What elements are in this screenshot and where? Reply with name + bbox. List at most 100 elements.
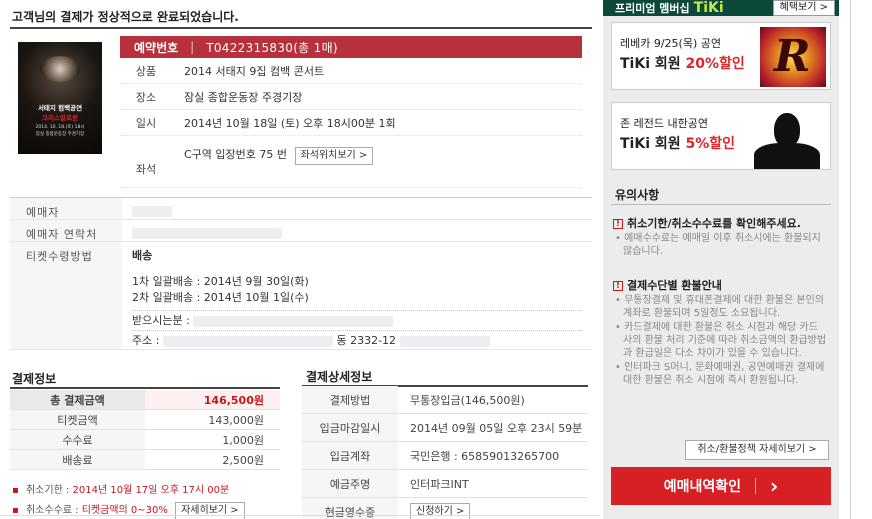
poster-subtitle: 크리스말로윈 [42,114,78,122]
masked-address-tail [399,335,490,347]
promo-john-legend-percent: 5%할인 [685,136,736,152]
reservation-history-label: 예매내역확인 [663,479,742,495]
total-amount-value: 146,500원 [145,390,280,409]
receiver-label: 받으시는분 : [132,314,190,327]
product-key: 상품 [135,64,157,78]
address-visible: 동 2332-12 [336,334,397,347]
pay-method-key: 결제방법 [302,386,398,413]
address-label: 주소 : [132,334,160,347]
exclamation-icon: ! [613,281,623,291]
account-holder-row: 예금주명 인터파크INT [302,470,588,498]
masked-name [132,205,172,217]
address-row: 주소 : 동 2332-12 [132,330,582,350]
fee-row: 수수료 1,000원 [10,430,280,450]
refund-item: • 무통장결제 및 휴대폰결제에 대한 환불은 본인의 계좌로 환불되며 5일정… [615,295,824,319]
shipping-first: 1차 일괄배송 : 2014년 9월 30일(화) [132,275,309,288]
payment-title: 결제정보 [12,372,57,386]
bullet-icon: ▪ [12,485,19,496]
refund-policy-detail-button[interactable]: 취소/환불정책 자세히보기 > [685,440,829,460]
sidebar: 프리미엄 멤버십 TiKi 혜택보기 > 레베카 9/25(목) 공연 TiKi … [603,0,839,519]
venue-key: 장소 [135,90,157,104]
caution-cancel-body: • 예매수수료는 예매일 이후 취소시에는 환불되지 않습니다. [615,232,827,259]
tiki-logo: TiKi [693,0,724,16]
cancel-fee-note: ▪ 취소수수료 : 티켓금액의 0~30% 자세히보기 > [12,502,292,519]
page-edge-line [850,0,851,519]
booker-name-row: 예매자 [10,198,592,220]
booker-name-value [122,198,172,219]
cancel-deadline-note: ▪ 취소기한 : 2014년 10월 17일 오후 17시 00분 [12,482,292,502]
product-value: 2014 서태지 9집 컴백 콘서트 [184,64,325,78]
fee-value: 1,000원 [222,433,264,447]
promo-john-legend-discount: TiKi 회원 5%할인 [620,133,735,153]
booker-contact-value [122,220,282,241]
masked-receiver [193,315,394,327]
premium-membership-header: 프리미엄 멤버십 TiKi 혜택보기 > [603,0,839,16]
promo-john-legend[interactable]: 존 레전드 내한공연 TiKi 회원 5%할인 [611,102,831,170]
promo-john-legend-prefix: TiKi 회원 [620,136,686,152]
portrait-body [754,143,820,169]
caution-cancel-text: • 예매수수료는 예매일 이후 취소시에는 환불되지 않습니다. [615,233,821,257]
bottom-divider [0,515,600,516]
reservation-number: T0422315830(총 1매) [206,40,338,55]
reservation-separator: | [190,40,195,54]
account-holder-value: 인터파크INT [410,477,469,491]
title-divider [10,27,592,29]
ticket-amount-value: 143,000원 [208,413,264,427]
booker-contact-key: 예매자 연락처 [10,220,122,241]
booker-name-key: 예매자 [10,198,122,219]
seat-location-button[interactable]: 좌석위치보기 > [294,147,374,165]
ticket-amount-row: 티켓금액 143,000원 [10,410,280,430]
venue-row: 장소 잠실 종합운동장 주경기장 [120,84,582,110]
shipping-second: 2차 일괄배송 : 2014년 10월 1일(수) [132,291,309,304]
concert-poster: 서태지 컴백공연 크리스말로윈 2014. 10. 18.(토) 18시 잠실 … [18,42,102,154]
benefit-view-button[interactable]: 혜택보기 > [772,0,835,16]
promo-rebecca[interactable]: 레베카 9/25(목) 공연 TiKi 회원 20%할인 R [611,22,831,90]
caution-cancel-head-text: 취소기한/취소수수료를 확인해주세요. [627,217,801,230]
total-amount-row: 총 결제금액 146,500원 [10,390,280,410]
promo-rebecca-title: 레베카 9/25(목) 공연 [620,37,721,50]
receiver-row: 받으시는분 : [132,310,582,330]
seat-key: 좌석 [135,162,157,176]
refund-item: • 인터파크 S머니, 문화예매권, 공연예매권 결제에 대한 환불은 취소 시… [615,362,825,386]
caution-title: 유의사항 [615,188,660,202]
button-separator [755,478,757,494]
venue-value: 잠실 종합운동장 주경기장 [184,90,303,104]
pay-method-row: 결제방법 무통장입금(146,500원) [302,386,588,414]
cash-receipt-value: 신청하기 > [398,502,471,519]
cash-receipt-apply-button[interactable]: 신청하기 > [410,502,471,519]
caution-refund-head: ! 결제수단별 환불안내 [613,277,722,293]
caution-refund-body: • 무통장결제 및 휴대폰결제에 대한 환불은 본인의 계좌로 환불되며 5일정… [615,294,827,388]
arrow-right-icon: › [770,474,779,498]
completion-message: 고객님의 결제가 정상적으로 완료되었습니다. [12,10,239,24]
masked-contact [132,227,282,239]
poster-venue: 잠실 종합운동장 주경기장 [35,132,85,137]
rebecca-logo-icon: R [760,27,826,87]
deposit-deadline-row: 입금마감일시 2014년 09월 05일 오후 23시 59분 [302,414,588,442]
datetime-value: 2014년 10월 18일 (토) 오후 18시00분 1회 [184,116,396,130]
delivery-details: 배송 1차 일괄배송 : 2014년 9월 30일(화) 2차 일괄배송 : 2… [122,242,582,349]
deposit-deadline-key: 입금마감일시 [302,414,398,441]
reservation-history-button[interactable]: 예매내역확인 › [611,467,831,505]
cancellation-notes: ▪ 취소기한 : 2014년 10월 17일 오후 17시 00분 ▪ 취소수수… [12,482,292,519]
payment-detail-table: 결제방법 무통장입금(146,500원) 입금마감일시 2014년 09월 05… [302,386,588,519]
delivery-method-key: 티켓수령방법 [10,242,122,349]
deposit-account-row: 입금계좌 국민은행 : 65859013265700 [302,442,588,470]
seat-value-wrap: C구역 입장번호 75 번 좌석위치보기 > [172,136,374,187]
ticket-amount-key: 티켓금액 [10,410,145,429]
promo-john-legend-title: 존 레전드 내한공연 [620,117,708,130]
seat-value: C구역 입장번호 75 번 [184,148,288,161]
shipping-fee-key: 배송료 [10,450,145,469]
total-amount-key: 총 결제금액 [10,390,145,409]
masked-address [162,335,333,347]
datetime-key: 일시 [135,116,157,130]
seat-row: 좌석 C구역 입장번호 75 번 좌석위치보기 > [120,136,582,188]
deposit-deadline-value: 2014년 09월 05일 오후 23시 59분 [410,421,583,435]
shipping-fee-value: 2,500원 [222,453,264,467]
caution-refund-head-text: 결제수단별 환불안내 [627,279,722,292]
fee-key: 수수료 [10,430,145,449]
poster-info: 2014. 10. 18.(토) 18시 잠실 종합운동장 주경기장 [18,124,102,138]
payment-table: 총 결제금액 146,500원 티켓금액 143,000원 수수료 1,000원… [10,390,280,470]
payment-title-rule [10,387,280,389]
premium-membership-label: 프리미엄 멤버십 TiKi [615,0,724,17]
cancel-fee-detail-button[interactable]: 자세히보기 > [175,502,245,519]
